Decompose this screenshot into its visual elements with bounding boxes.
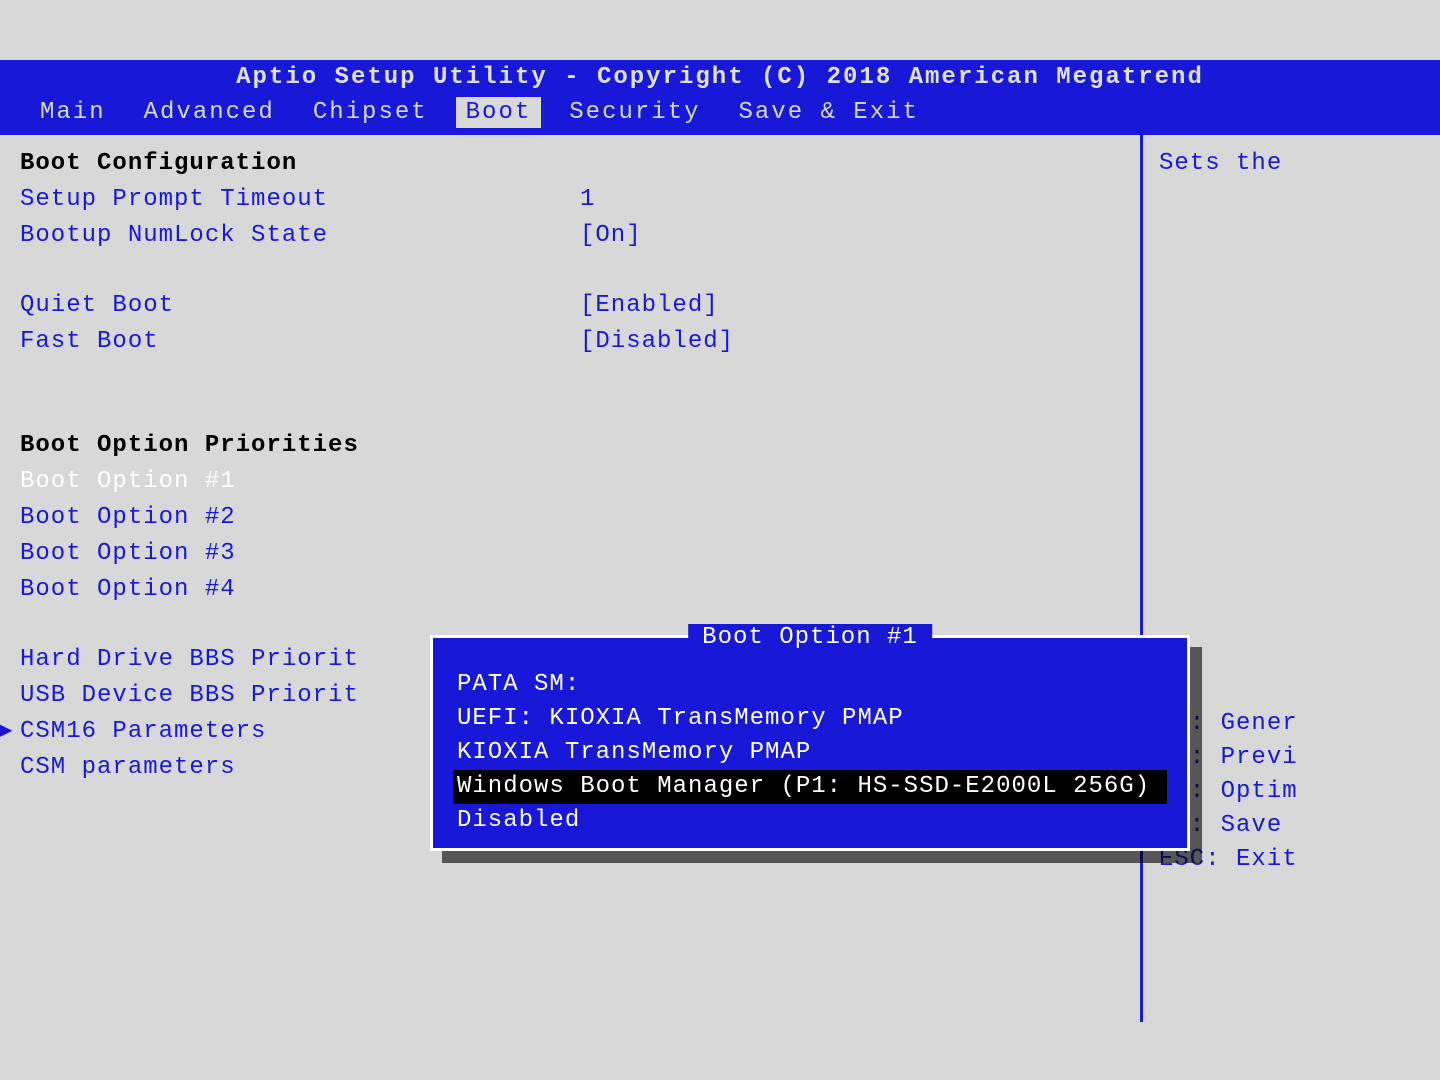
setup-prompt-timeout-label: Setup Prompt Timeout — [20, 183, 580, 217]
boot-option-2-label: Boot Option #2 — [20, 501, 580, 535]
popup-option-uefi-kioxia[interactable]: UEFI: KIOXIA TransMemory PMAP — [453, 702, 1167, 736]
boot-option-4-label: Boot Option #4 — [20, 573, 580, 607]
popup-title: Boot Option #1 — [688, 624, 932, 651]
help-key-f1: F1: Gener — [1159, 707, 1424, 741]
blank-row — [20, 361, 1120, 395]
popup-body: PATA SM: UEFI: KIOXIA TransMemory PMAP K… — [433, 666, 1187, 848]
fast-boot-value: [Disabled] — [580, 325, 1120, 359]
blank-row — [20, 395, 1120, 429]
quiet-boot-row[interactable]: Quiet Boot [Enabled] — [20, 289, 1120, 323]
boot-option-4-row[interactable]: Boot Option #4 — [20, 573, 1120, 607]
header-bar: Aptio Setup Utility - Copyright (C) 2018… — [0, 60, 1440, 132]
popup-title-row: Boot Option #1 — [433, 638, 1187, 666]
tab-save-exit[interactable]: Save & Exit — [728, 97, 928, 128]
boot-option-popup: Boot Option #1 PATA SM: UEFI: KIOXIA Tra… — [430, 635, 1190, 851]
help-panel: Sets the F1: Gener F2: Previ F3: Optim F… — [1140, 135, 1440, 1022]
tab-main[interactable]: Main — [30, 97, 116, 128]
tab-advanced[interactable]: Advanced — [134, 97, 285, 128]
bootup-numlock-value: [On] — [580, 219, 1120, 253]
tab-chipset[interactable]: Chipset — [303, 97, 438, 128]
submenu-arrow-icon: ▶ — [0, 715, 13, 749]
popup-option-kioxia[interactable]: KIOXIA TransMemory PMAP — [453, 736, 1167, 770]
boot-configuration-heading: Boot Configuration — [20, 147, 580, 181]
boot-option-3-row[interactable]: Boot Option #3 — [20, 537, 1120, 571]
boot-option-priorities-heading: Boot Option Priorities — [20, 429, 580, 463]
bootup-numlock-row[interactable]: Bootup NumLock State [On] — [20, 219, 1120, 253]
boot-option-1-label: Boot Option #1 — [20, 465, 580, 499]
bios-screen: Aptio Setup Utility - Copyright (C) 2018… — [0, 0, 1440, 1080]
popup-option-disabled[interactable]: Disabled — [453, 804, 1167, 838]
tab-bar: Main Advanced Chipset Boot Security Save… — [0, 95, 1440, 132]
quiet-boot-label: Quiet Boot — [20, 289, 580, 323]
bootup-numlock-label: Bootup NumLock State — [20, 219, 580, 253]
fast-boot-label: Fast Boot — [20, 325, 580, 359]
popup-option-pata[interactable]: PATA SM: — [453, 668, 1167, 702]
boot-option-3-label: Boot Option #3 — [20, 537, 580, 571]
help-key-f2: F2: Previ — [1159, 741, 1424, 775]
boot-option-2-row[interactable]: Boot Option #2 — [20, 501, 1120, 535]
help-description-area: Sets the — [1159, 147, 1424, 707]
tab-boot[interactable]: Boot — [456, 97, 542, 128]
tab-security[interactable]: Security — [559, 97, 710, 128]
blank-row — [20, 255, 1120, 289]
popup-option-windows-boot-manager[interactable]: Windows Boot Manager (P1: HS-SSD-E2000L … — [453, 770, 1167, 804]
main-area: Boot Configuration Setup Prompt Timeout … — [0, 132, 1440, 1022]
settings-panel: Boot Configuration Setup Prompt Timeout … — [0, 135, 1140, 1022]
setup-prompt-timeout-row[interactable]: Setup Prompt Timeout 1 — [20, 183, 1120, 217]
help-key-f3: F3: Optim — [1159, 775, 1424, 809]
help-key-f4: F4: Save — [1159, 809, 1424, 843]
help-keys: F1: Gener F2: Previ F3: Optim F4: Save E… — [1159, 707, 1424, 877]
help-description: Sets the — [1159, 147, 1424, 181]
setup-prompt-timeout-value: 1 — [580, 183, 1120, 217]
boot-option-1-row[interactable]: Boot Option #1 — [20, 465, 1120, 499]
help-key-esc: ESC: Exit — [1159, 843, 1424, 877]
fast-boot-row[interactable]: Fast Boot [Disabled] — [20, 325, 1120, 359]
quiet-boot-value: [Enabled] — [580, 289, 1120, 323]
bios-title: Aptio Setup Utility - Copyright (C) 2018… — [0, 60, 1440, 95]
